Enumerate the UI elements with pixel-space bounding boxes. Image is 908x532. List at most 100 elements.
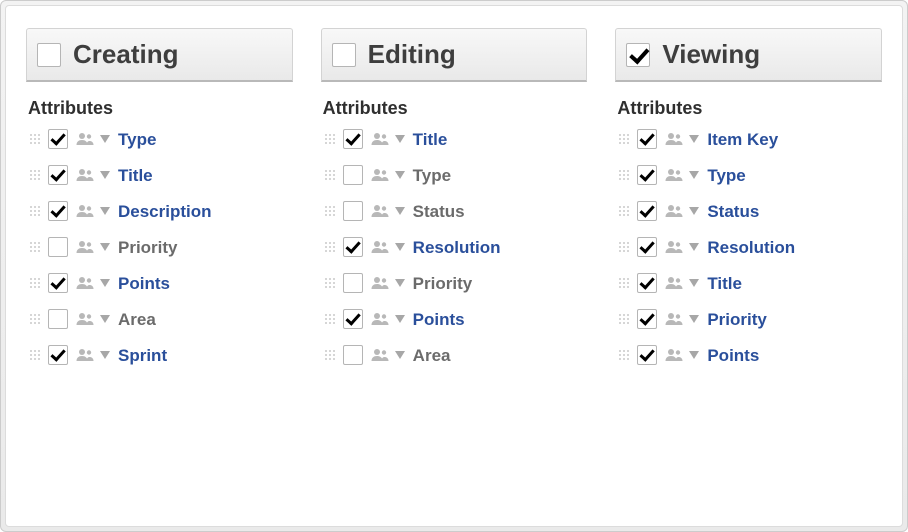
drag-handle-icon[interactable] bbox=[617, 168, 631, 182]
drag-handle-icon[interactable] bbox=[617, 312, 631, 326]
sort-icon bbox=[689, 279, 699, 287]
attribute-checkbox[interactable] bbox=[343, 165, 363, 185]
attribute-label[interactable]: Points bbox=[118, 275, 170, 292]
attribute-label[interactable]: Type bbox=[118, 131, 156, 148]
sort-icon bbox=[689, 207, 699, 215]
sort-icon bbox=[100, 279, 110, 287]
people-icon bbox=[76, 168, 94, 182]
attributes-heading: Attributes bbox=[323, 98, 588, 119]
attribute-label[interactable]: Title bbox=[118, 167, 153, 184]
sort-icon bbox=[395, 207, 405, 215]
drag-handle-icon[interactable] bbox=[323, 240, 337, 254]
people-icon bbox=[665, 240, 683, 254]
attribute-checkbox[interactable] bbox=[637, 201, 657, 221]
attribute-label: Area bbox=[413, 347, 451, 364]
drag-handle-icon[interactable] bbox=[28, 312, 42, 326]
drag-handle-icon[interactable] bbox=[617, 204, 631, 218]
attribute-label[interactable]: Title bbox=[707, 275, 742, 292]
attribute-label[interactable]: Sprint bbox=[118, 347, 167, 364]
column-toggle-creating[interactable] bbox=[37, 43, 61, 67]
column-title: Creating bbox=[73, 39, 178, 70]
attribute-row: Type bbox=[617, 165, 882, 185]
people-icon bbox=[76, 312, 94, 326]
attribute-checkbox[interactable] bbox=[343, 201, 363, 221]
attribute-checkbox[interactable] bbox=[343, 345, 363, 365]
attribute-label[interactable]: Points bbox=[413, 311, 465, 328]
people-icon bbox=[76, 204, 94, 218]
attribute-row: Item Key bbox=[617, 129, 882, 149]
attribute-row: Title bbox=[28, 165, 293, 185]
people-icon bbox=[371, 168, 389, 182]
drag-handle-icon[interactable] bbox=[323, 312, 337, 326]
sort-icon bbox=[395, 171, 405, 179]
drag-handle-icon[interactable] bbox=[28, 276, 42, 290]
people-icon bbox=[76, 240, 94, 254]
column-title: Editing bbox=[368, 39, 456, 70]
drag-handle-icon[interactable] bbox=[617, 276, 631, 290]
attribute-label[interactable]: Priority bbox=[707, 311, 767, 328]
attribute-checkbox[interactable] bbox=[343, 237, 363, 257]
sort-icon bbox=[689, 243, 699, 251]
drag-handle-icon[interactable] bbox=[28, 132, 42, 146]
attribute-row: Title bbox=[323, 129, 588, 149]
sort-icon bbox=[395, 135, 405, 143]
attribute-label[interactable]: Resolution bbox=[413, 239, 501, 256]
attribute-checkbox[interactable] bbox=[48, 273, 68, 293]
attribute-list: Item Key Type Status Resolution Title Priorit… bbox=[615, 129, 882, 365]
sort-icon bbox=[100, 207, 110, 215]
column-editing: EditingAttributesTitleTypeStatusResoluti… bbox=[321, 28, 588, 365]
attribute-label[interactable]: Title bbox=[413, 131, 448, 148]
attribute-checkbox[interactable] bbox=[637, 309, 657, 329]
attribute-checkbox[interactable] bbox=[48, 165, 68, 185]
column-creating: CreatingAttributesTypeTitleDescriptionPr… bbox=[26, 28, 293, 365]
attribute-checkbox[interactable] bbox=[48, 201, 68, 221]
attributes-heading: Attributes bbox=[617, 98, 882, 119]
sort-icon bbox=[100, 243, 110, 251]
attribute-row: Priority bbox=[617, 309, 882, 329]
drag-handle-icon[interactable] bbox=[323, 168, 337, 182]
columns-container: Creating Attributes Type Title Description Pr… bbox=[26, 28, 882, 365]
attribute-checkbox[interactable] bbox=[48, 237, 68, 257]
people-icon bbox=[665, 348, 683, 362]
attribute-row: Sprint bbox=[28, 345, 293, 365]
drag-handle-icon[interactable] bbox=[323, 132, 337, 146]
drag-handle-icon[interactable] bbox=[617, 240, 631, 254]
attribute-row: Type bbox=[323, 165, 588, 185]
people-icon bbox=[76, 132, 94, 146]
drag-handle-icon[interactable] bbox=[323, 204, 337, 218]
sort-icon bbox=[395, 351, 405, 359]
drag-handle-icon[interactable] bbox=[28, 348, 42, 362]
drag-handle-icon[interactable] bbox=[28, 204, 42, 218]
sort-icon bbox=[689, 315, 699, 323]
attribute-checkbox[interactable] bbox=[343, 129, 363, 149]
attribute-label[interactable]: Resolution bbox=[707, 239, 795, 256]
attribute-checkbox[interactable] bbox=[637, 165, 657, 185]
attribute-row: Title bbox=[617, 273, 882, 293]
attribute-checkbox[interactable] bbox=[637, 273, 657, 293]
attribute-checkbox[interactable] bbox=[637, 345, 657, 365]
column-toggle-viewing[interactable] bbox=[626, 43, 650, 67]
drag-handle-icon[interactable] bbox=[28, 168, 42, 182]
attribute-checkbox[interactable] bbox=[637, 129, 657, 149]
attribute-row: Area bbox=[323, 345, 588, 365]
drag-handle-icon[interactable] bbox=[617, 348, 631, 362]
attribute-checkbox[interactable] bbox=[637, 237, 657, 257]
drag-handle-icon[interactable] bbox=[323, 348, 337, 362]
attribute-checkbox[interactable] bbox=[343, 273, 363, 293]
attribute-label[interactable]: Item Key bbox=[707, 131, 778, 148]
attribute-checkbox[interactable] bbox=[48, 345, 68, 365]
attribute-row: Resolution bbox=[617, 237, 882, 257]
column-toggle-editing[interactable] bbox=[332, 43, 356, 67]
attribute-label[interactable]: Status bbox=[707, 203, 759, 220]
drag-handle-icon[interactable] bbox=[28, 240, 42, 254]
attribute-label[interactable]: Type bbox=[707, 167, 745, 184]
sort-icon bbox=[395, 243, 405, 251]
attribute-label[interactable]: Points bbox=[707, 347, 759, 364]
attribute-checkbox[interactable] bbox=[48, 309, 68, 329]
attribute-checkbox[interactable] bbox=[48, 129, 68, 149]
drag-handle-icon[interactable] bbox=[323, 276, 337, 290]
drag-handle-icon[interactable] bbox=[617, 132, 631, 146]
attribute-checkbox[interactable] bbox=[343, 309, 363, 329]
attribute-label[interactable]: Description bbox=[118, 203, 212, 220]
column-header-editing: Editing bbox=[321, 28, 588, 82]
